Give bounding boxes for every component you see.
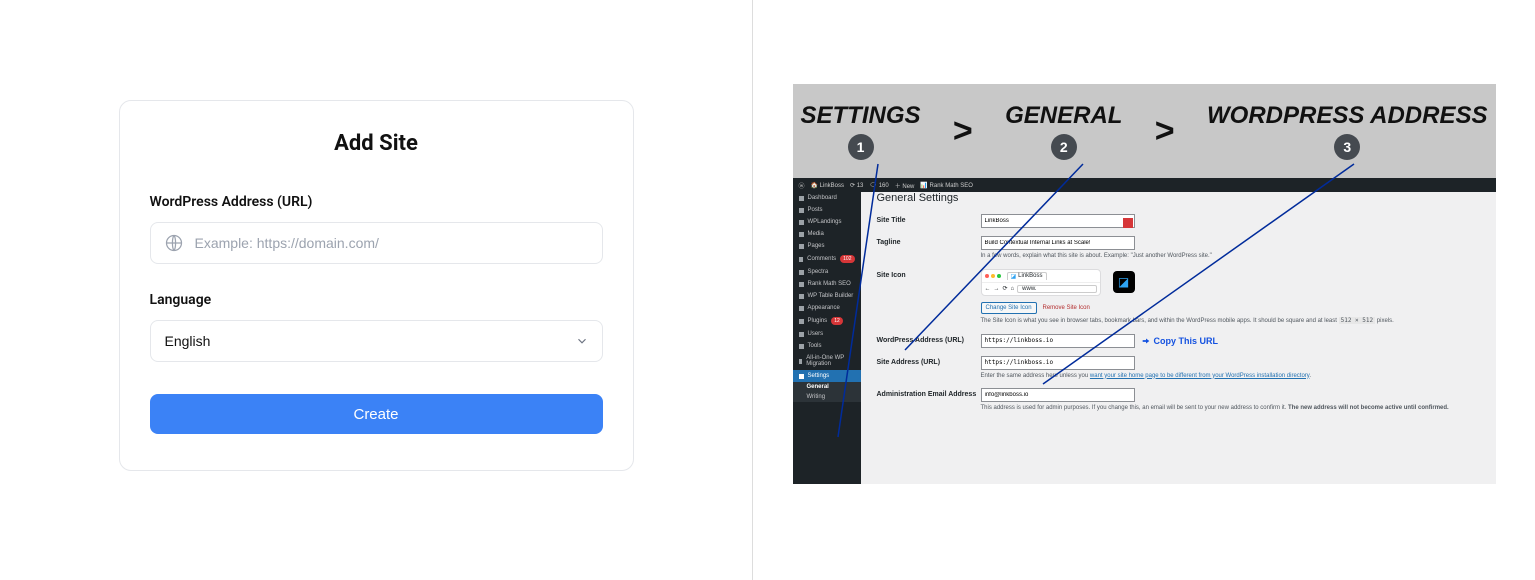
sidebar-item-pages[interactable]: Pages <box>793 240 861 252</box>
step1-title: SETTINGS <box>801 102 921 130</box>
chevron-icon: > <box>953 112 973 151</box>
site-icon-image: ◪ <box>1113 271 1135 293</box>
remove-site-icon-button[interactable]: Remove Site Icon <box>1038 303 1093 313</box>
site-title-label: Site Title <box>877 214 981 224</box>
step3-title: WORDPRESS ADDRESS <box>1207 102 1487 130</box>
site-icon-label: Site Icon <box>877 269 981 279</box>
sidebar-item-users[interactable]: Users <box>793 328 861 340</box>
adminbar-updates[interactable]: ⟳ 13 <box>850 182 863 189</box>
sidebar-item-migration[interactable]: All-in-One WP Migration <box>793 352 861 370</box>
site-address-help-link[interactable]: want your site home page to be different… <box>1090 373 1309 379</box>
site-icon-desc: The Site Icon is what you see in browser… <box>981 317 1486 326</box>
sidebar-item-dashboard[interactable]: Dashboard <box>793 192 861 204</box>
site-address-desc: Enter the same address here unless you w… <box>981 373 1486 381</box>
copy-url-callout: Copy This URL <box>1141 336 1219 346</box>
left-pane: Add Site WordPress Address (URL) Languag… <box>0 0 752 580</box>
add-site-card: Add Site WordPress Address (URL) Languag… <box>119 100 634 471</box>
adminbar-site[interactable]: 🏠 LinkBoss <box>811 182 845 189</box>
sidebar-item-wplandings[interactable]: WPLandings <box>793 216 861 228</box>
tagline-desc: In a few words, explain what this site i… <box>981 253 1486 261</box>
language-label: Language <box>150 292 603 308</box>
sidebar-item-media[interactable]: Media <box>793 228 861 240</box>
card-title: Add Site <box>150 131 603 156</box>
sidebar-item-wptable[interactable]: WP Table Builder <box>793 290 861 302</box>
site-icon-preview: ◪LinkBoss ←→⟳⌂www. <box>981 269 1101 296</box>
tagline-input[interactable] <box>981 236 1135 250</box>
admin-email-desc: This address is used for admin purposes.… <box>981 405 1486 413</box>
sidebar-item-tools[interactable]: Tools <box>793 340 861 352</box>
globe-icon <box>164 233 184 253</box>
right-pane: SETTINGS 1 > GENERAL 2 > WORDPRESS ADDRE… <box>753 0 1535 580</box>
sidebar-sub-general[interactable]: General <box>793 382 861 392</box>
sidebar-sub-writing[interactable]: Writing <box>793 392 861 402</box>
wp-address-input[interactable] <box>150 222 603 264</box>
sidebar-item-rankmath[interactable]: Rank Math SEO <box>793 278 861 290</box>
sidebar-item-comments[interactable]: Comments 102 <box>793 252 861 266</box>
step2-title: GENERAL <box>1005 102 1122 130</box>
site-title-input[interactable] <box>981 214 1135 228</box>
step2-badge: 2 <box>1051 134 1077 160</box>
adminbar-rankmath[interactable]: 📊 Rank Math SEO <box>920 182 973 189</box>
sidebar-item-settings[interactable]: Settings <box>793 370 861 382</box>
sidebar-item-plugins[interactable]: Plugins 12 <box>793 314 861 328</box>
page-heading: General Settings <box>877 192 1486 204</box>
settings-page: General Settings Site Title Tagline In a… <box>861 178 1496 484</box>
admin-email-input[interactable] <box>981 388 1135 402</box>
site-address-input[interactable] <box>981 356 1135 370</box>
wp-address-label-wp: WordPress Address (URL) <box>877 334 981 344</box>
step3-badge: 3 <box>1334 134 1360 160</box>
wp-sidebar: Dashboard Posts WPLandings Media Pages C… <box>793 178 861 484</box>
howto-screenshot: SETTINGS 1 > GENERAL 2 > WORDPRESS ADDRE… <box>793 84 1496 484</box>
field-warning-icon <box>1123 218 1133 228</box>
adminbar-new[interactable]: ＋ New <box>895 181 915 190</box>
admin-email-label: Administration Email Address <box>877 388 981 398</box>
wp-address-label: WordPress Address (URL) <box>150 194 603 210</box>
site-address-label: Site Address (URL) <box>877 356 981 366</box>
adminbar-comments[interactable]: 🗨 160 <box>869 182 888 189</box>
create-button[interactable]: Create <box>150 394 603 434</box>
step1-badge: 1 <box>848 134 874 160</box>
change-site-icon-button[interactable]: Change Site Icon <box>981 302 1037 314</box>
instruction-banner: SETTINGS 1 > GENERAL 2 > WORDPRESS ADDRE… <box>793 84 1496 178</box>
chevron-icon: > <box>1155 112 1175 151</box>
wp-admin-bar[interactable]: ⓦ 🏠 LinkBoss ⟳ 13 🗨 160 ＋ New 📊 Rank Mat… <box>793 178 1496 192</box>
language-select[interactable]: English <box>150 320 603 362</box>
wp-address-input-wp[interactable] <box>981 334 1135 348</box>
sidebar-item-spectra[interactable]: Spectra <box>793 266 861 278</box>
sidebar-item-appearance[interactable]: Appearance <box>793 302 861 314</box>
wp-logo-icon[interactable]: ⓦ <box>799 181 805 190</box>
sidebar-item-posts[interactable]: Posts <box>793 204 861 216</box>
tagline-label: Tagline <box>877 236 981 246</box>
